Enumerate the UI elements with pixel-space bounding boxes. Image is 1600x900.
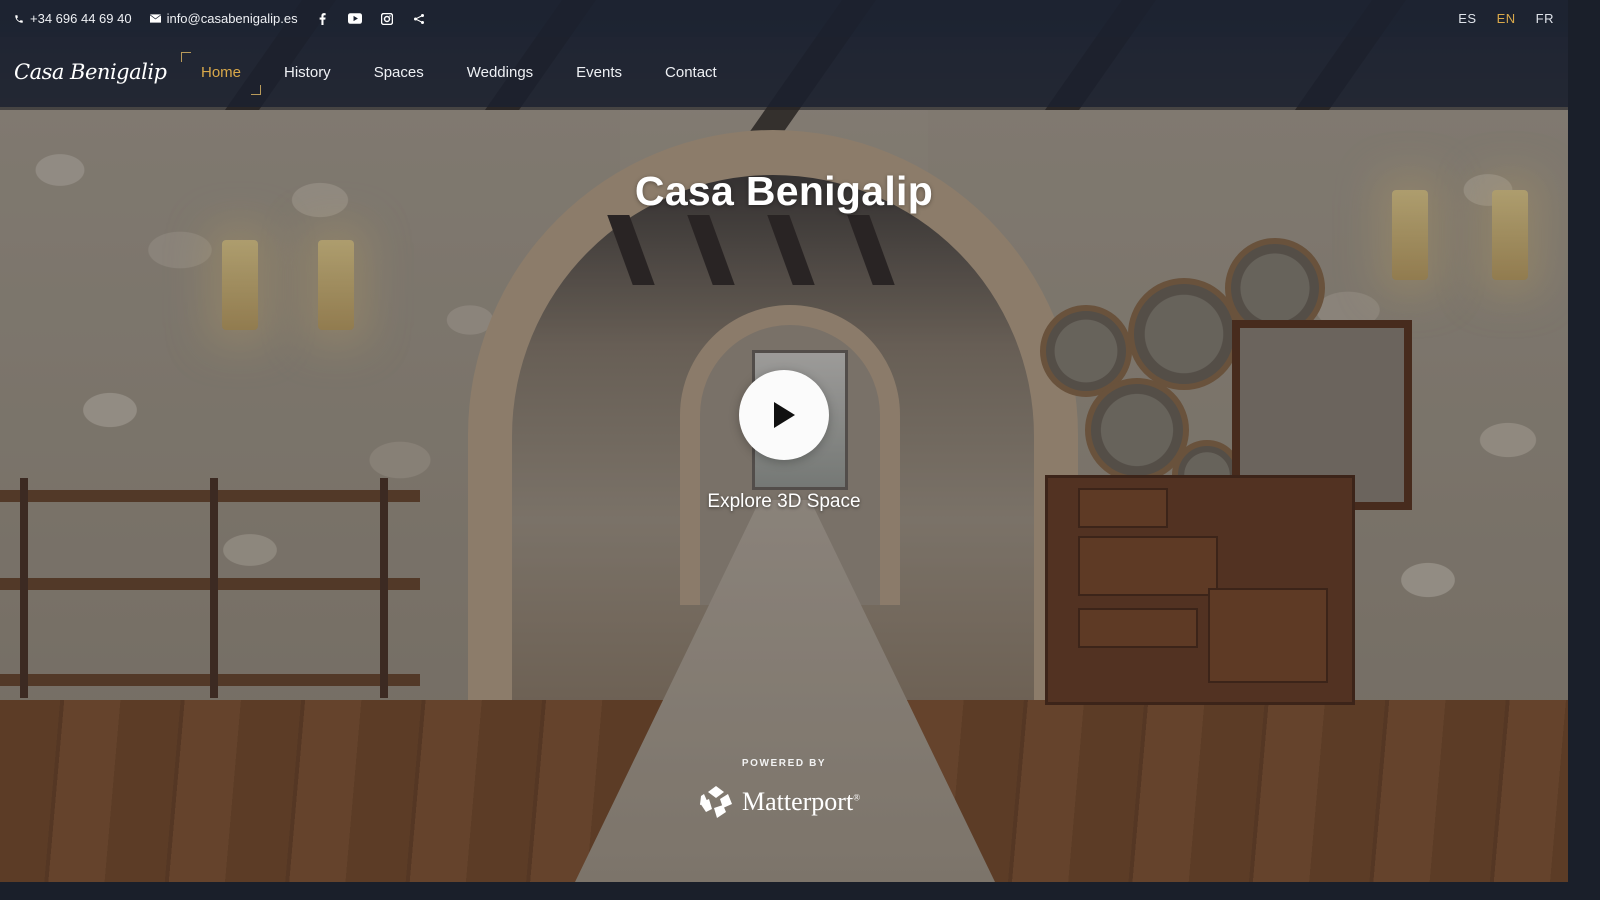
nav-item-home[interactable]: Home	[181, 51, 262, 95]
matterport-logo[interactable]: Matterport®	[698, 784, 860, 820]
youtube-icon	[347, 13, 362, 24]
instagram-link[interactable]	[380, 12, 394, 26]
explore-3d-label[interactable]: Explore 3D Space	[0, 491, 1568, 513]
main-navigation: Casa Benigalip Home History Spaces Weddi…	[0, 37, 1568, 107]
email-link[interactable]: info@casabenigalip.es	[149, 11, 298, 26]
youtube-link[interactable]	[347, 12, 362, 26]
matterport-icon	[700, 786, 732, 818]
nav-item-spaces[interactable]: Spaces	[374, 56, 424, 89]
envelope-icon	[149, 14, 161, 23]
horizontal-scrollbar[interactable]	[0, 882, 1568, 900]
facebook-link[interactable]	[316, 12, 330, 26]
share-icon	[413, 13, 424, 24]
active-corner-top-left	[181, 51, 191, 62]
play-icon	[774, 402, 795, 428]
share-link[interactable]	[412, 12, 426, 26]
nav-menu: Home History Spaces Weddings Events Cont…	[181, 51, 760, 95]
trademark-mark: ®	[853, 792, 861, 803]
phone-link[interactable]: +34 696 44 69 40	[14, 11, 132, 26]
facebook-icon	[319, 12, 326, 25]
phone-number: +34 696 44 69 40	[30, 11, 132, 26]
nav-item-contact[interactable]: Contact	[665, 56, 717, 89]
lang-es[interactable]: ES	[1458, 11, 1476, 26]
brand-name: Matterport	[742, 787, 854, 816]
nav-label: Home	[201, 63, 242, 81]
lang-fr[interactable]: FR	[1536, 11, 1554, 26]
play-button[interactable]	[739, 370, 829, 460]
top-contact-bar: +34 696 44 69 40 info@casabenigalip.es E…	[0, 0, 1568, 37]
nav-item-weddings[interactable]: Weddings	[467, 56, 533, 89]
vertical-scrollbar[interactable]	[1568, 0, 1600, 900]
active-corner-bottom-right	[251, 84, 262, 95]
email-address: info@casabenigalip.es	[166, 11, 298, 26]
powered-by-label: POWERED BY	[741, 758, 827, 769]
nav-item-events[interactable]: Events	[576, 56, 622, 89]
phone-icon	[15, 14, 23, 23]
matterport-wordmark: Matterport®	[742, 787, 860, 817]
instagram-icon	[380, 12, 393, 25]
hero-title: Casa Benigalip	[634, 168, 934, 214]
lang-en[interactable]: EN	[1497, 11, 1516, 26]
language-switcher: ES EN FR	[1458, 11, 1554, 26]
nav-item-history[interactable]: History	[284, 56, 331, 89]
site-logo[interactable]: Casa Benigalip	[14, 60, 182, 84]
